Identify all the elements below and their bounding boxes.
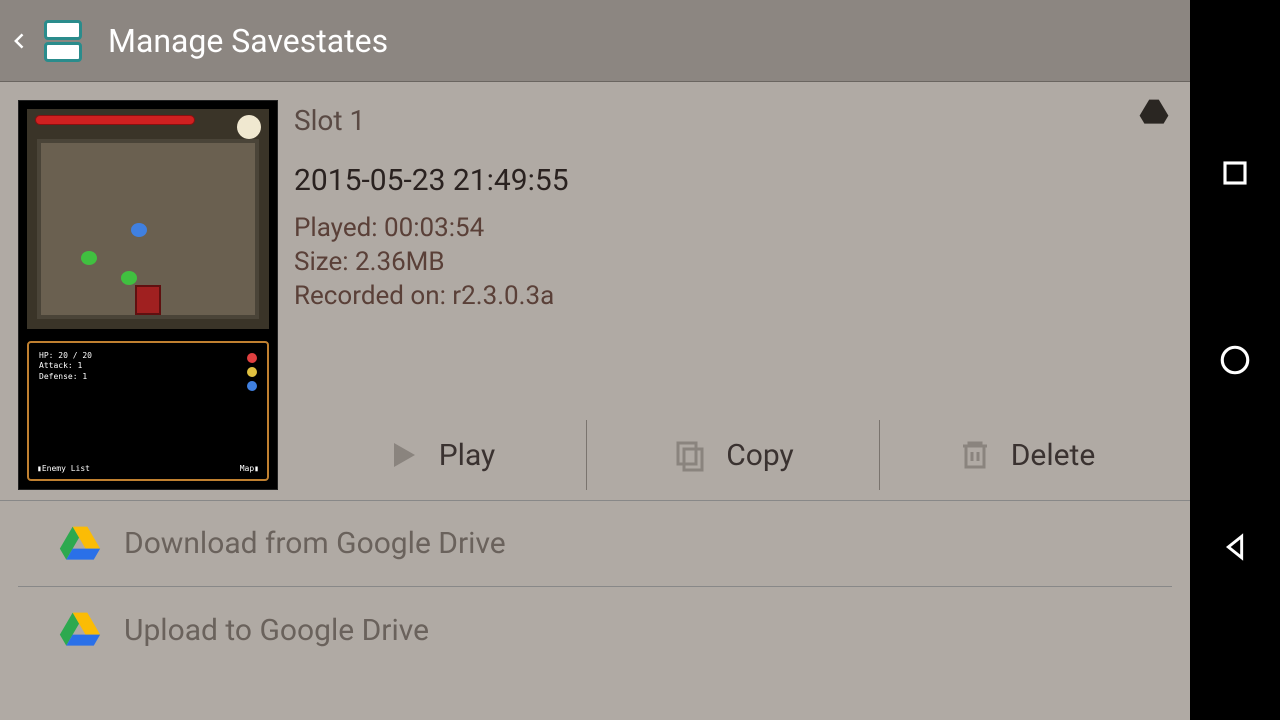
thumb-map-label: Map▮ xyxy=(240,464,259,473)
savestate-item[interactable]: HP: 20 / 20 Attack: 1 Defense: 1 ▮Enemy … xyxy=(0,82,1190,501)
thumb-enemy-label: ▮Enemy List xyxy=(37,464,90,473)
copy-icon xyxy=(672,437,708,473)
header-bar: Manage Savestates xyxy=(0,0,1190,82)
trash-icon xyxy=(957,437,993,473)
download-drive-label: Download from Google Drive xyxy=(124,526,506,561)
upload-drive-label: Upload to Google Drive xyxy=(124,613,429,648)
download-drive-button[interactable]: Download from Google Drive xyxy=(18,501,1172,587)
size-label: Size: 2.36MB xyxy=(294,246,1172,280)
savestate-info: Slot 1 2015-05-23 21:49:55 Played: 00:03… xyxy=(278,100,1172,490)
recorded-label: Recorded on: r2.3.0.3a xyxy=(294,280,1172,314)
google-drive-icon xyxy=(58,524,102,564)
drive-sync-icon xyxy=(1138,98,1170,126)
savestate-actions: Play Copy Delete xyxy=(294,420,1172,490)
content-area: HP: 20 / 20 Attack: 1 Defense: 1 ▮Enemy … xyxy=(0,82,1190,720)
copy-button[interactable]: Copy xyxy=(586,420,879,490)
google-drive-icon xyxy=(58,610,102,650)
android-navbar xyxy=(1190,0,1280,720)
back-button[interactable] xyxy=(10,21,30,61)
thumb-stats: HP: 20 / 20 Attack: 1 Defense: 1 xyxy=(39,351,92,382)
play-button[interactable]: Play xyxy=(294,420,586,490)
delete-label: Delete xyxy=(1011,438,1096,473)
delete-button[interactable]: Delete xyxy=(879,420,1172,490)
savestate-timestamp: 2015-05-23 21:49:55 xyxy=(294,163,1172,198)
page-title: Manage Savestates xyxy=(108,22,388,60)
home-button[interactable] xyxy=(1215,340,1255,380)
played-label: Played: 00:03:54 xyxy=(294,212,1172,246)
savestate-thumbnail: HP: 20 / 20 Attack: 1 Defense: 1 ▮Enemy … xyxy=(18,100,278,490)
slot-label: Slot 1 xyxy=(294,104,1172,137)
app-icon[interactable] xyxy=(38,16,88,66)
back-nav-button[interactable] xyxy=(1215,527,1255,567)
copy-label: Copy xyxy=(726,438,794,473)
play-icon xyxy=(385,437,421,473)
play-label: Play xyxy=(439,438,496,473)
savestate-meta: Played: 00:03:54 Size: 2.36MB Recorded o… xyxy=(294,212,1172,313)
upload-drive-button[interactable]: Upload to Google Drive xyxy=(18,587,1172,673)
recent-apps-button[interactable] xyxy=(1215,153,1255,193)
main-area: Manage Savestates HP: 20 / 20 Attack: 1 … xyxy=(0,0,1190,720)
